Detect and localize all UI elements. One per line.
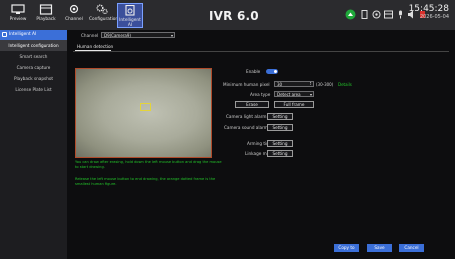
- ai-icon: [125, 5, 135, 16]
- min-pixel-value: 30: [277, 82, 283, 87]
- sound-alarm-label: Camera sound alarm: [224, 125, 268, 130]
- stepper-arrows-icon[interactable]: ▴ ▾: [310, 81, 313, 86]
- ai-section-icon: [2, 32, 7, 37]
- playback-icon: [39, 4, 53, 15]
- nav-playback[interactable]: Playback: [33, 3, 59, 28]
- copy-to-button[interactable]: Copy to: [334, 244, 359, 252]
- sidebar-item-camera-capture[interactable]: Camera capture: [0, 62, 67, 73]
- sidebar: Intelligent AI Intelligent configuration…: [0, 30, 67, 259]
- erase-button[interactable]: Erase: [235, 101, 269, 108]
- enable-label: Enable: [246, 69, 261, 74]
- drawing-hint-2: Release the left mouse button to end dra…: [75, 177, 216, 186]
- area-type-value: Detect area: [277, 92, 301, 97]
- enable-toggle[interactable]: [266, 69, 278, 74]
- channel-label: Channel: [81, 33, 99, 38]
- microphone-icon[interactable]: [396, 10, 405, 19]
- network-status-icon[interactable]: [345, 9, 356, 20]
- gears-icon: [96, 4, 108, 15]
- full-frame-button[interactable]: Full frame: [274, 101, 314, 108]
- light-alarm-label: Camera light alarm: [226, 114, 267, 119]
- linkage-mode-setting-button[interactable]: Setting: [267, 150, 293, 157]
- channel-select-value: D9(Camera9): [104, 33, 131, 38]
- arming-time-setting-button[interactable]: Setting: [267, 140, 293, 147]
- sidebar-header-label: Intelligent AI: [9, 32, 37, 37]
- min-pixel-input[interactable]: 30 ▴ ▾: [274, 81, 314, 87]
- tab-divider: [73, 51, 449, 52]
- monitor-icon: [11, 4, 25, 14]
- sidebar-item-playback-snapshot[interactable]: Playback snapshot: [0, 73, 67, 84]
- min-pixel-range: (30-300): [316, 82, 334, 87]
- top-bar: Preview Playback Channel Configuration I…: [0, 0, 455, 30]
- dashboard-icon[interactable]: [384, 10, 393, 19]
- clock-time: 15:45:28: [408, 4, 449, 14]
- nav-preview-label: Preview: [9, 17, 27, 22]
- area-type-label: Area type: [250, 92, 271, 97]
- camera-preview[interactable]: [75, 68, 212, 158]
- app-title: IVR 6.0: [209, 9, 259, 23]
- clock: 15:45:28 2026-05-04: [409, 4, 449, 21]
- sidebar-item-intelligent-configuration[interactable]: Intelligent configuration: [0, 40, 67, 51]
- nav-intelligent-ai-label: Intelligent AI: [119, 18, 141, 28]
- toggle-knob: [274, 70, 277, 73]
- disk-icon[interactable]: [360, 10, 369, 19]
- sidebar-header[interactable]: Intelligent AI: [0, 30, 67, 40]
- channel-select[interactable]: D9(Camera9) ▾: [101, 32, 175, 38]
- nav-configuration[interactable]: Configuration: [89, 3, 119, 28]
- sound-alarm-setting-button[interactable]: Setting: [267, 124, 293, 131]
- details-link[interactable]: Details: [338, 82, 352, 87]
- nav-configuration-label: Configuration: [89, 17, 119, 22]
- clock-date: 2026-05-04: [419, 14, 449, 20]
- tab-active-indicator: [75, 50, 111, 51]
- nav-channel-label: Channel: [65, 17, 83, 22]
- min-human-size-frame[interactable]: [140, 103, 151, 111]
- alarm-icon[interactable]: [372, 10, 381, 19]
- area-type-select[interactable]: Detect area ▾: [274, 91, 314, 97]
- drawing-hint-1: You can draw after erasing, hold down th…: [75, 160, 222, 169]
- nav-channel[interactable]: Channel: [61, 3, 87, 28]
- nav-preview[interactable]: Preview: [5, 3, 31, 28]
- chevron-down-icon: ▾: [170, 33, 173, 38]
- sidebar-item-smart-search[interactable]: Smart search: [0, 51, 67, 62]
- nav-intelligent-ai[interactable]: Intelligent AI: [117, 3, 143, 28]
- camera-icon: [69, 4, 79, 14]
- main-panel: Channel D9(Camera9) ▾ Human detection Yo…: [67, 30, 455, 259]
- light-alarm-setting-button[interactable]: Setting: [267, 113, 293, 120]
- nav-playback-label: Playback: [36, 17, 56, 22]
- save-button[interactable]: Save: [367, 244, 392, 252]
- chevron-down-icon: ▾: [309, 92, 312, 97]
- sidebar-item-license-plate-list[interactable]: License Plate List: [0, 84, 67, 95]
- min-pixel-label: Minimum human pixel: [223, 82, 270, 87]
- tab-human-detection[interactable]: Human detection: [77, 44, 113, 49]
- cancel-button[interactable]: Cancel: [399, 244, 424, 252]
